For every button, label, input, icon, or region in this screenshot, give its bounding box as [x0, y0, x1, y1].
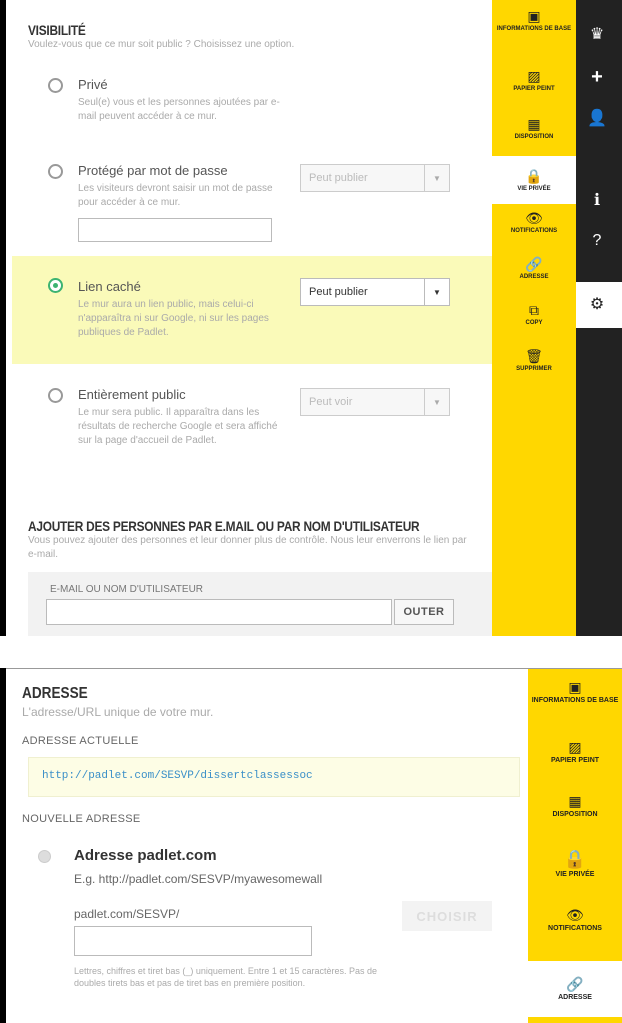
address-panel: ADRESSE L'adresse/URL unique de votre mu…: [6, 669, 528, 1023]
trash-icon: 🗑: [525, 348, 543, 364]
radio-prive[interactable]: [48, 78, 63, 93]
option-public-desc: Le mur sera public. Il apparaîtra dans l…: [78, 407, 278, 446]
lock-icon: 🔒: [525, 167, 543, 184]
option-public-label: Entièrement public: [78, 387, 186, 402]
crown-icon[interactable]: ♛: [576, 24, 618, 44]
link-icon: 🔗: [566, 976, 584, 992]
chevron-down-icon: ▼: [424, 389, 449, 415]
add-person-button[interactable]: OUTER: [394, 599, 454, 625]
sidebar-item-label: PAPIER PEINT: [513, 86, 555, 92]
visibility-subtitle: Voulez-vous que ce mur soit public ? Cho…: [28, 39, 295, 50]
info-icon[interactable]: ℹ: [576, 190, 618, 210]
sidebar-item-informations[interactable]: ▣ INFORMATIONS DE BASE: [528, 679, 622, 729]
radio-lien-cache[interactable]: [48, 278, 63, 293]
sidebar-item-label: ADRESSE: [519, 274, 549, 280]
sidebar-item-papier-peint[interactable]: ▨ PAPIER PEINT: [492, 68, 576, 108]
gear-icon[interactable]: ⚙: [576, 294, 618, 314]
radio-protege[interactable]: [48, 164, 63, 179]
settings-sidebar: ▣ INFORMATIONS DE BASE ▨ PAPIER PEINT ▦ …: [492, 0, 576, 636]
sidebar-item-notifications[interactable]: 👁 NOTIFICATIONS: [528, 907, 622, 949]
url-prefix-label: padlet.com/SESVP/: [74, 907, 180, 921]
padlet-address-example: E.g. http://padlet.com/SESVP/myawesomewa…: [74, 872, 323, 886]
layout-icon: ▦: [568, 793, 582, 809]
settings-sidebar-2: ▣ INFORMATIONS DE BASE ▨ PAPIER PEINT ▦ …: [528, 669, 622, 1023]
info-card-icon: ▣: [527, 8, 541, 24]
sidebar-item-label: NOTIFICATIONS: [510, 228, 558, 234]
new-address-input[interactable]: [74, 926, 312, 956]
add-people-title: AJOUTER DES PERSONNES PAR E.MAIL OU PAR …: [28, 518, 420, 534]
eye-icon: 👁: [525, 210, 543, 226]
option-lien-cache-label: Lien caché: [78, 279, 141, 294]
email-or-username-input[interactable]: [46, 599, 392, 625]
sidebar-item-label: VIE PRIVÉE: [517, 185, 551, 192]
sidebar-item-papier-peint[interactable]: ▨ PAPIER PEINT: [528, 739, 622, 785]
add-people-desc: Vous pouvez ajouter des personnes et leu…: [28, 535, 467, 560]
image-icon: ▨: [568, 739, 582, 755]
sidebar-item-label: SUPPRIMER: [516, 366, 552, 372]
chevron-down-icon: ▼: [424, 165, 449, 191]
sidebar-item-label: ADRESSE: [558, 994, 592, 1001]
copy-icon: ⧉: [529, 302, 539, 318]
sidebar-item-disposition[interactable]: ▦ DISPOSITION: [492, 116, 576, 156]
sidebar-item-label: VIE PRIVÉE: [555, 871, 595, 878]
sidebar-item-label: INFORMATIONS DE BASE: [531, 697, 619, 704]
sidebar-item-copy[interactable]: ⧉ COPY: [492, 302, 576, 340]
sidebar-item-label: DISPOSITION: [514, 134, 554, 140]
sidebar-item-notifications[interactable]: 👁 NOTIFICATIONS: [492, 210, 576, 248]
help-icon[interactable]: ?: [576, 232, 618, 250]
address-subtitle: L'adresse/URL unique de votre mur.: [22, 705, 214, 719]
password-input[interactable]: [78, 218, 272, 242]
visibility-panel: VISIBILITÉ Voulez-vous que ce mur soit p…: [6, 0, 492, 636]
radio-public[interactable]: [48, 388, 63, 403]
padlet-address-option-title: Adresse padlet.com: [74, 847, 217, 864]
option-prive-label: Privé: [78, 77, 108, 92]
lien-cache-permission-select[interactable]: Peut publier ▼: [300, 278, 450, 306]
visibility-title: VISIBILITÉ: [28, 22, 86, 38]
sidebar-item-supprimer[interactable]: 🗑 SUPPRIMER: [492, 348, 576, 386]
user-icon[interactable]: 👤: [576, 108, 618, 128]
panel-separator: [0, 636, 622, 640]
option-protege-label: Protégé par mot de passe: [78, 163, 228, 178]
protege-permission-select[interactable]: Peut publier ▼: [300, 164, 450, 192]
eye-icon: 👁: [566, 907, 584, 923]
address-title: ADRESSE: [22, 685, 88, 702]
sidebar-item-adresse[interactable]: 🔗 ADRESSE: [492, 256, 576, 294]
choose-button[interactable]: CHOISIR: [402, 901, 492, 931]
add-people-field-label: E-MAIL OU NOM D'UTILISATEUR: [50, 584, 204, 595]
option-protege-desc: Les visiteurs devront saisir un mot de p…: [78, 183, 273, 208]
plus-icon[interactable]: +: [576, 66, 618, 89]
select-value: Peut publier: [309, 172, 368, 184]
image-icon: ▨: [527, 68, 541, 84]
option-prive-desc: Seul(e) vous et les personnes ajoutées p…: [78, 97, 280, 122]
current-address-label: ADRESSE ACTUELLE: [22, 735, 139, 747]
address-rules: Lettres, chiffres et tiret bas (_) uniqu…: [74, 966, 377, 988]
select-value: Peut voir: [309, 396, 353, 408]
option-lien-cache-desc: Le mur aura un lien public, mais celui-c…: [78, 299, 269, 338]
current-address-url[interactable]: http://padlet.com/SESVP/dissertclassesso…: [42, 770, 313, 782]
link-icon: 🔗: [525, 256, 543, 272]
info-card-icon: ▣: [568, 679, 582, 695]
sidebar-item-label: PAPIER PEINT: [550, 757, 600, 764]
public-permission-select[interactable]: Peut voir ▼: [300, 388, 450, 416]
main-toolbar: ♛ + 👤 ℹ ? ⚙: [576, 0, 622, 636]
lock-icon: 🔒: [563, 849, 587, 869]
chevron-down-icon: ▼: [424, 279, 449, 305]
sidebar-item-disposition[interactable]: ▦ DISPOSITION: [528, 793, 622, 839]
sidebar-item-informations[interactable]: ▣ INFORMATIONS DE BASE: [492, 8, 576, 54]
sidebar-item-label: DISPOSITION: [552, 811, 598, 818]
sidebar-item-vie-privee[interactable]: 🔒 VIE PRIVÉE: [528, 849, 622, 895]
sidebar-item-label: NOTIFICATIONS: [548, 925, 602, 932]
sidebar-item-label: COPY: [525, 320, 543, 326]
sidebar-item-label: INFORMATIONS DE BASE: [496, 26, 572, 32]
select-value: Peut publier: [309, 286, 368, 298]
sidebar-item-adresse[interactable]: 🔗 ADRESSE: [528, 961, 622, 1017]
radio-padlet-address[interactable]: [38, 850, 51, 863]
new-address-label: NOUVELLE ADRESSE: [22, 813, 141, 825]
layout-icon: ▦: [527, 116, 541, 132]
sidebar-next-item-edge: [528, 1017, 622, 1023]
sidebar-item-vie-privee[interactable]: 🔒 VIE PRIVÉE: [492, 156, 576, 204]
